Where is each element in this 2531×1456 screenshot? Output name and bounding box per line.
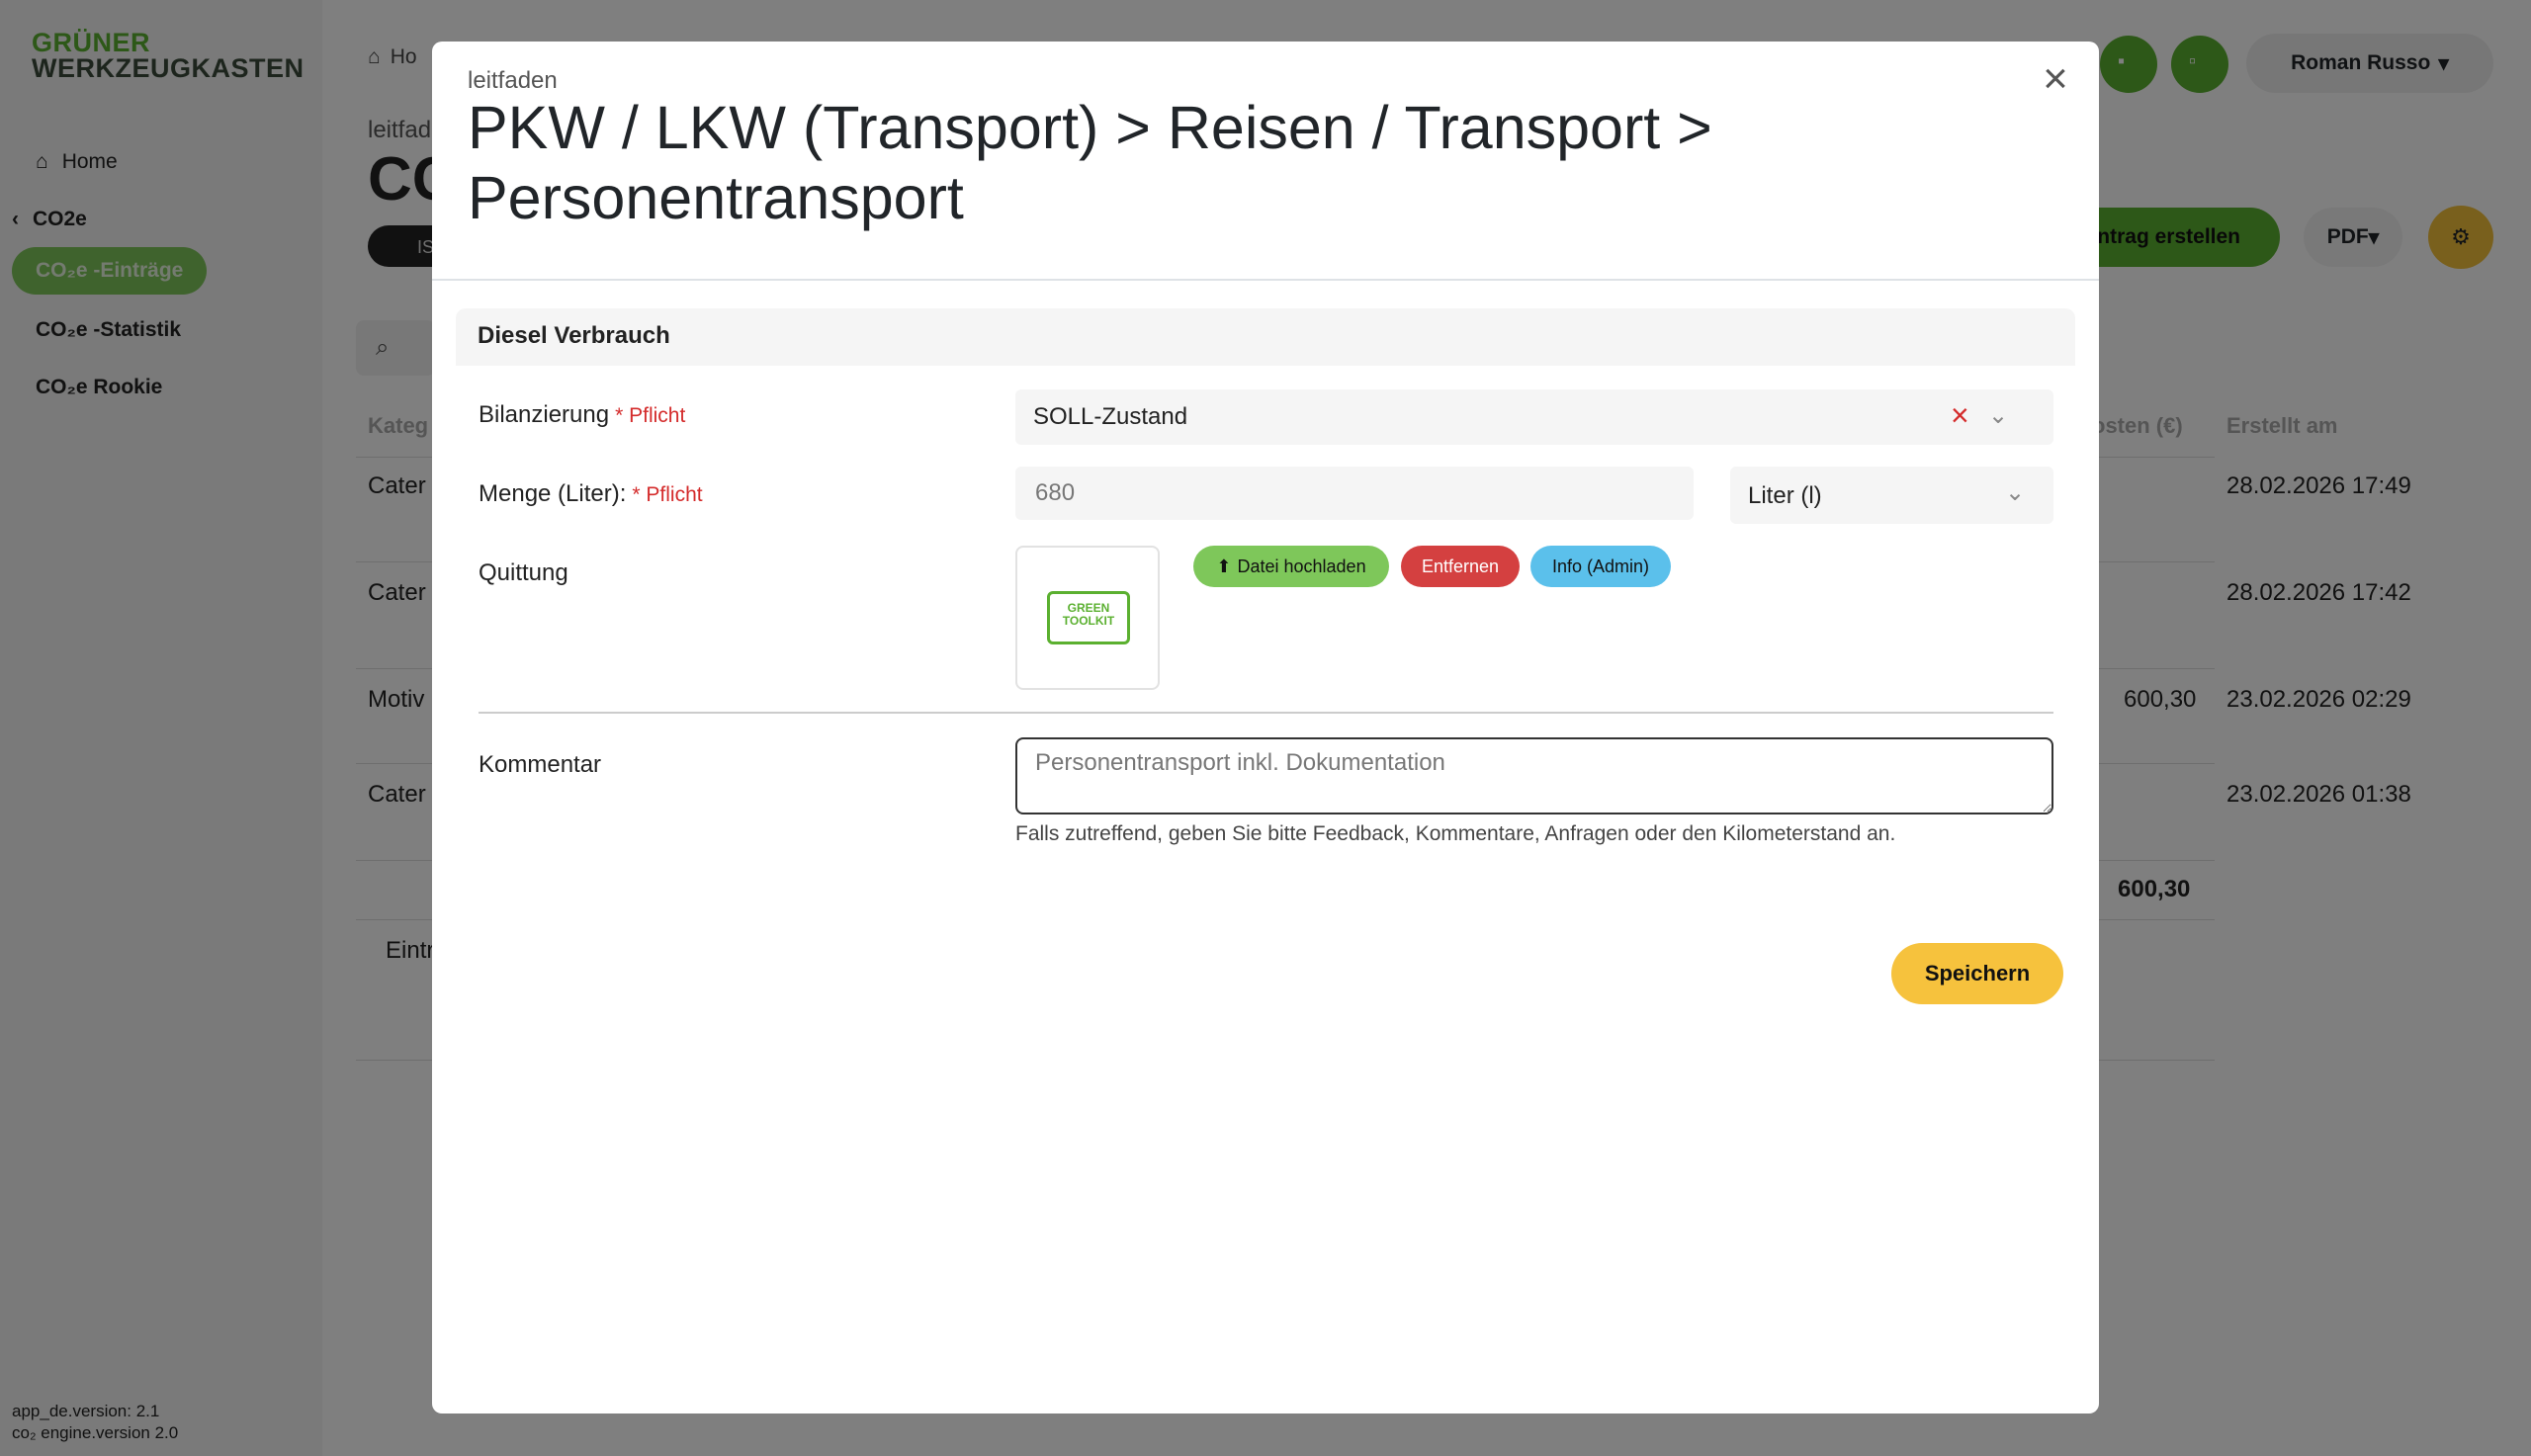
chevron-down-icon: ⌄ <box>2005 479 2026 506</box>
field-label: Menge (Liter): <box>479 480 627 507</box>
clear-icon[interactable]: × <box>1951 397 1969 434</box>
bilanzierung-label: Bilanzierung * Pflicht <box>479 401 685 429</box>
info-admin-button[interactable]: Info (Admin) <box>1530 546 1671 587</box>
comment-help-text: Falls zutreffend, geben Sie bitte Feedba… <box>1015 822 1896 845</box>
close-icon[interactable]: × <box>2034 57 2077 101</box>
required-marker: * Pflicht <box>615 404 686 427</box>
section-title: Diesel Verbrauch <box>478 322 670 349</box>
quantity-input[interactable] <box>1015 467 1694 520</box>
save-button[interactable]: Speichern <box>1891 943 2063 1004</box>
comment-textarea[interactable]: Personentransport inkl. Dokumentation <box>1015 737 2053 814</box>
select-value: Liter (l) <box>1748 482 1822 509</box>
green-toolkit-logo: GREEN TOOLKIT <box>1047 591 1130 644</box>
divider <box>479 712 2053 714</box>
form-body <box>456 366 2075 898</box>
quittung-label: Quittung <box>479 559 568 586</box>
menge-label: Menge (Liter): * Pflicht <box>479 480 703 508</box>
modal-title: PKW / LKW (Transport) > Reisen / Transpo… <box>468 94 1712 231</box>
receipt-thumbnail[interactable]: GREEN TOOLKIT <box>1015 546 1160 690</box>
button-label: Datei hochladen <box>1237 556 1366 576</box>
field-label: Bilanzierung <box>479 401 610 428</box>
select-value: SOLL-Zustand <box>1033 403 1188 430</box>
modal-header: leitfaden PKW / LKW (Transport) > Reisen… <box>432 42 2099 281</box>
upload-icon: ⬆ <box>1216 556 1232 576</box>
upload-file-button[interactable]: ⬆ Datei hochladen <box>1193 546 1389 587</box>
bilanzierung-select[interactable]: SOLL-Zustand × ⌄ <box>1015 389 2053 445</box>
remove-file-button[interactable]: Entfernen <box>1401 546 1520 587</box>
unit-select[interactable]: Liter (l) ⌄ <box>1730 467 2053 524</box>
required-marker: * Pflicht <box>632 483 703 506</box>
entry-modal: leitfaden PKW / LKW (Transport) > Reisen… <box>432 42 2099 1413</box>
chevron-down-icon[interactable]: ⌄ <box>1988 401 2008 430</box>
modal-subtitle: leitfaden <box>468 67 558 94</box>
kommentar-label: Kommentar <box>479 751 602 778</box>
